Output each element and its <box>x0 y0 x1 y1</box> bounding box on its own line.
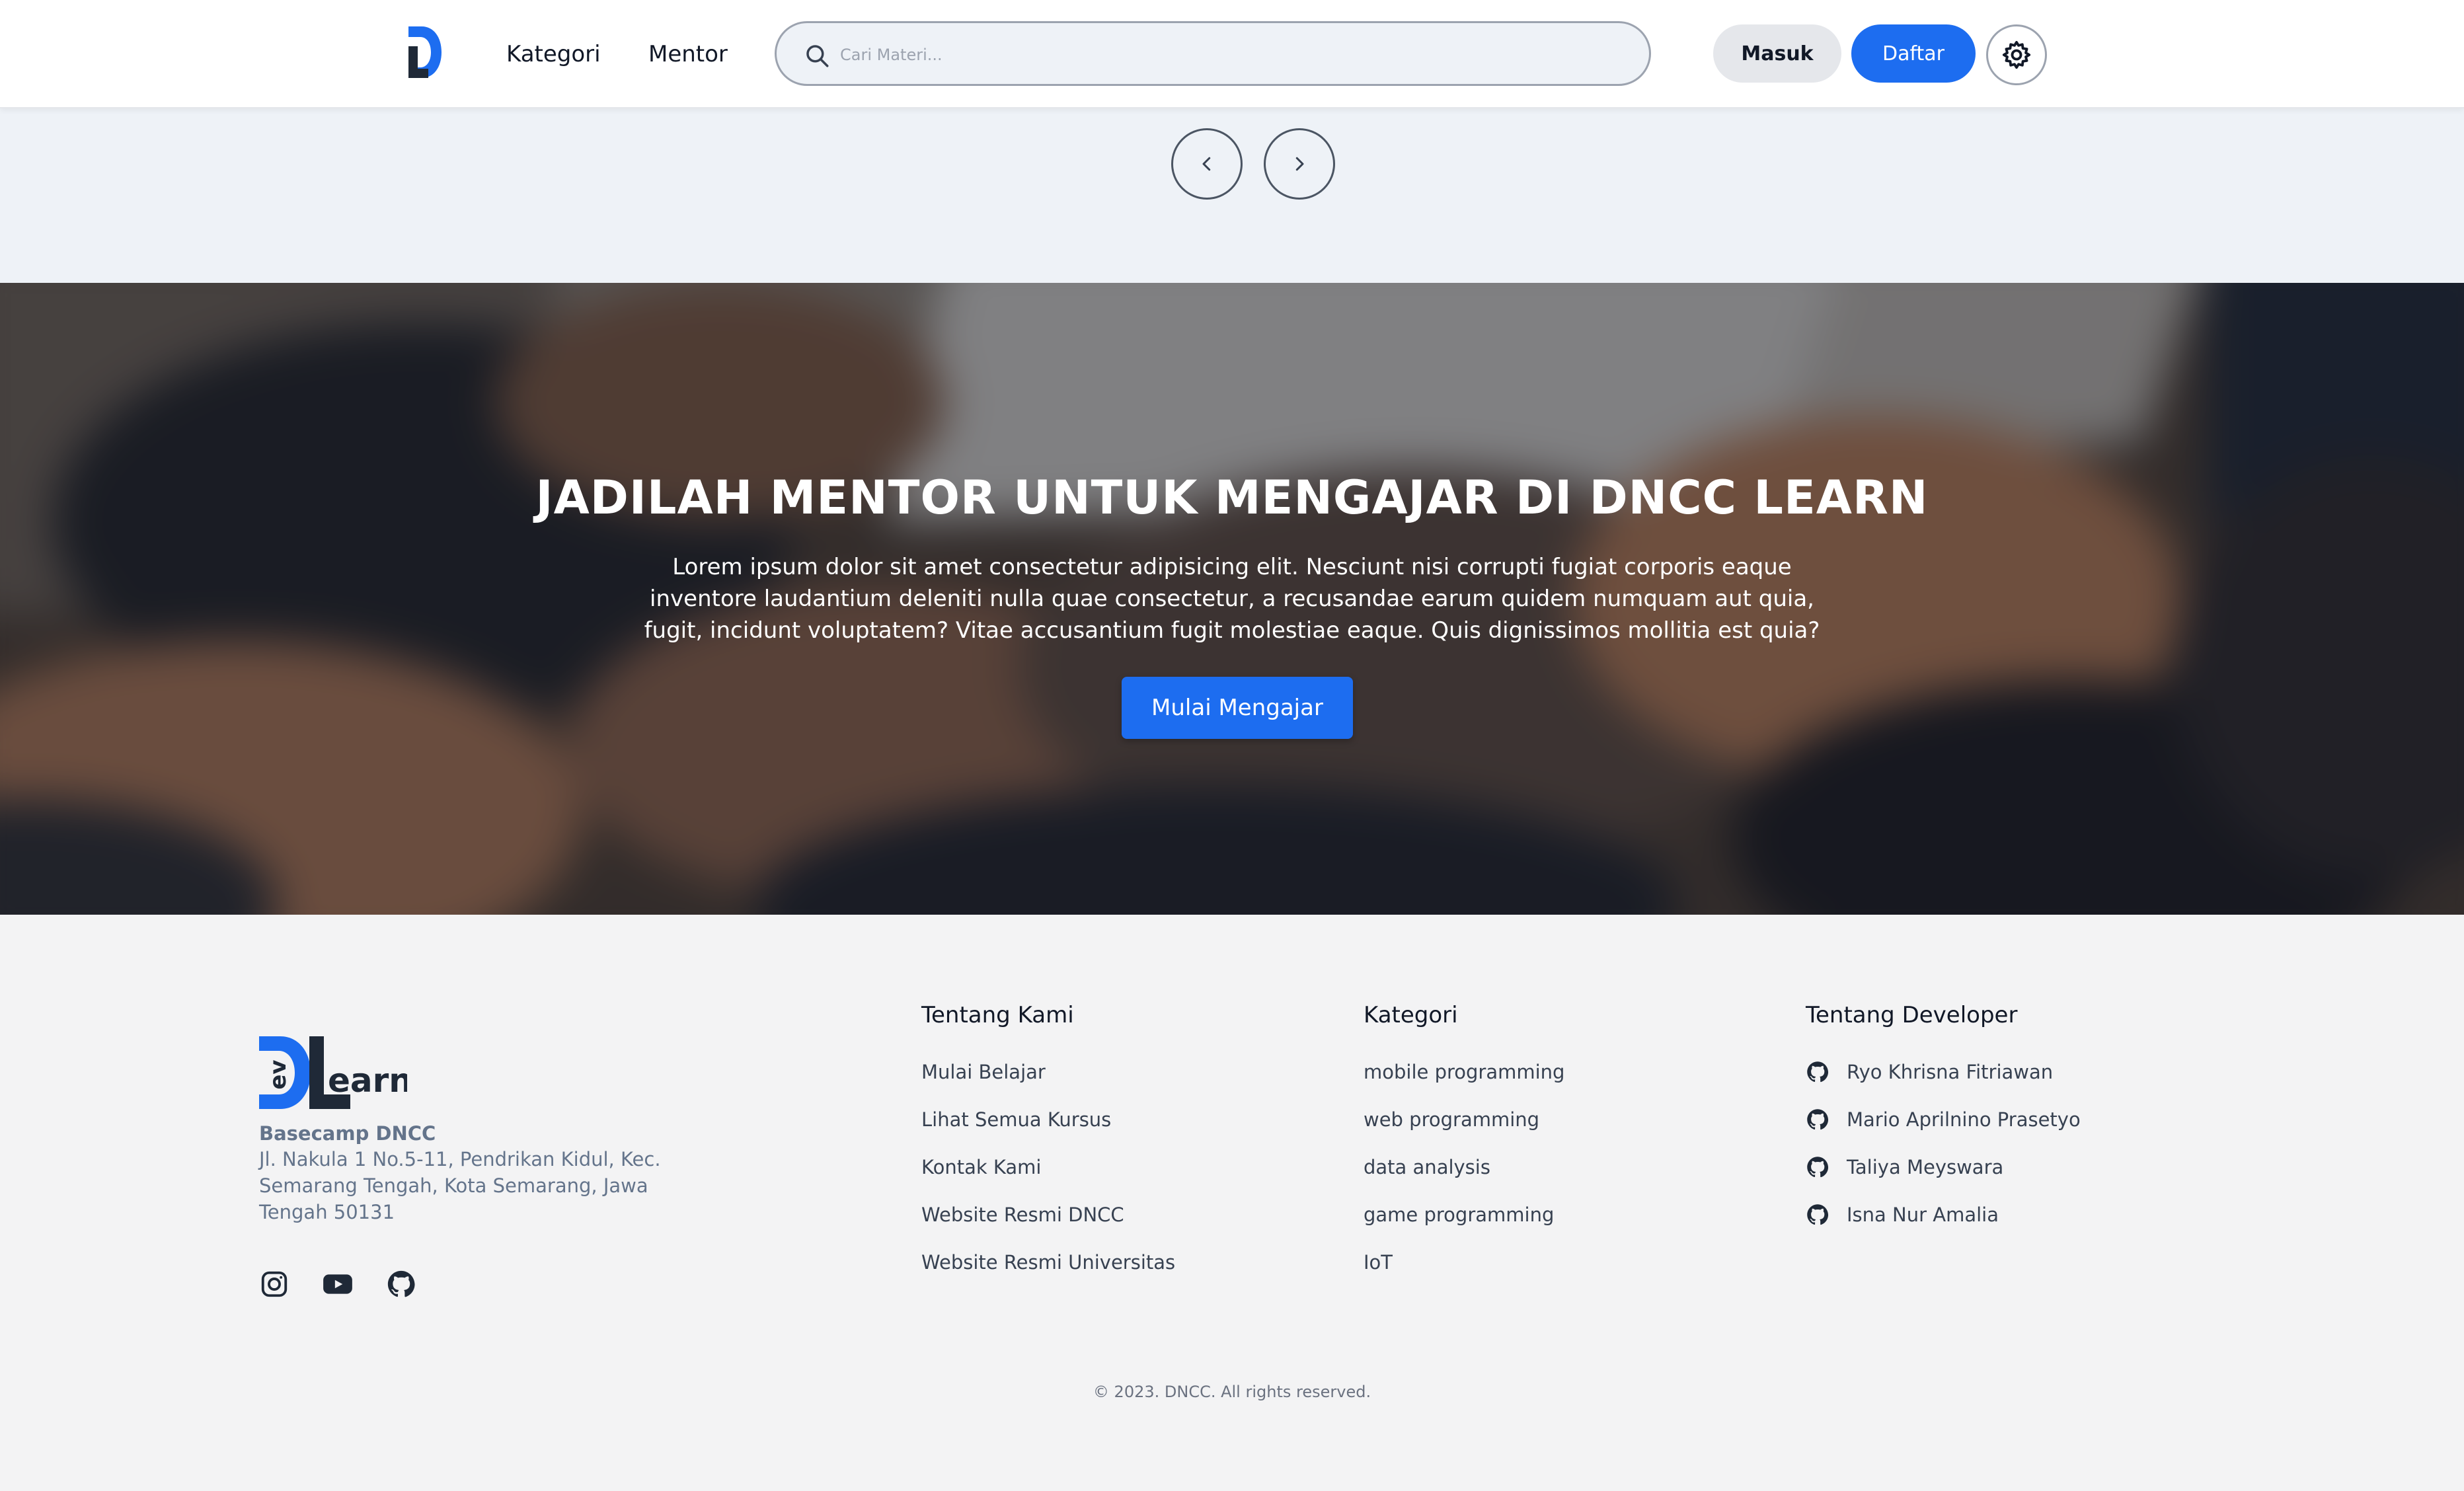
github-link[interactable] <box>385 1268 418 1301</box>
search-bar[interactable] <box>775 21 1651 86</box>
footer-column-tentang-kami: Tentang Kami Mulai Belajar Lihat Semua K… <box>921 999 1175 1286</box>
copyright-text: © 2023. DNCC. All rights reserved. <box>1093 1383 1371 1401</box>
register-button[interactable]: Daftar <box>1851 24 1976 83</box>
hero-description: Lorem ipsum dolor sit amet consectetur a… <box>644 554 1820 644</box>
footer-link[interactable]: Website Resmi DNCC <box>921 1191 1175 1239</box>
footer-column-title: Kategori <box>1364 1002 1458 1028</box>
developer-link[interactable]: Mario Aprilnino Prasetyo <box>1806 1096 2081 1143</box>
developer-link[interactable]: Taliya Meyswara <box>1806 1143 2081 1191</box>
youtube-link[interactable] <box>321 1268 354 1301</box>
developer-name: Ryo Khrisna Fitriawan <box>1847 1061 2054 1083</box>
start-teaching-button[interactable]: Mulai Mengajar <box>1122 677 1353 739</box>
footer-link[interactable]: IoT <box>1364 1239 1564 1286</box>
theme-toggle-button[interactable] <box>1986 24 2047 85</box>
github-icon <box>1807 1109 1829 1130</box>
footer-link[interactable]: web programming <box>1364 1096 1564 1143</box>
footer-link[interactable]: Website Resmi Universitas <box>921 1239 1175 1286</box>
developer-name: Mario Aprilnino Prasetyo <box>1847 1108 2081 1131</box>
mentor-cta-banner: JADILAH MENTOR UNTUK MENGAJAR DI DNCC LE… <box>0 283 2464 915</box>
footer-link[interactable]: Kontak Kami <box>921 1143 1175 1191</box>
footer-column-title: Tentang Kami <box>921 1002 1074 1028</box>
carousel-navigation <box>0 108 2464 283</box>
footer-organization-name: Basecamp DNCC <box>259 1122 436 1145</box>
developer-name: Isna Nur Amalia <box>1847 1204 1999 1226</box>
footer-column-tentang-developer: Tentang Developer Ryo Khrisna Fitriawan … <box>1806 999 2081 1239</box>
footer: ev earn Basecamp DNCC Jl. Nakula 1 No.5-… <box>0 915 2464 1491</box>
footer-column-title: Tentang Developer <box>1806 1002 2018 1028</box>
instagram-icon <box>261 1271 288 1297</box>
footer-link[interactable]: game programming <box>1364 1191 1564 1239</box>
developer-name: Taliya Meyswara <box>1847 1156 2004 1178</box>
nav-link-mentor[interactable]: Mentor <box>648 38 728 70</box>
gear-icon <box>2002 40 2031 69</box>
footer-address: Jl. Nakula 1 No.5-11, Pendrikan Kidul, K… <box>259 1148 661 1223</box>
dncc-logo-icon[interactable] <box>404 26 442 78</box>
youtube-icon <box>323 1274 352 1294</box>
footer-link[interactable]: Lihat Semua Kursus <box>921 1096 1175 1143</box>
hero-title: JADILAH MENTOR UNTUK MENGAJAR DI DNCC LE… <box>535 471 1929 525</box>
instagram-link[interactable] <box>258 1268 291 1301</box>
nav-link-kategori[interactable]: Kategori <box>506 38 601 70</box>
devlearn-logo[interactable]: ev earn <box>259 1036 407 1109</box>
chevron-right-icon <box>1295 157 1304 171</box>
github-icon <box>1807 1157 1829 1178</box>
navbar: Kategori Mentor Masuk Daftar <box>0 0 2464 108</box>
footer-link[interactable]: data analysis <box>1364 1143 1564 1191</box>
search-icon <box>806 45 829 67</box>
github-icon <box>1807 1061 1829 1083</box>
footer-link[interactable]: mobile programming <box>1364 1048 1564 1096</box>
developer-link[interactable]: Ryo Khrisna Fitriawan <box>1806 1048 2081 1096</box>
footer-column-kategori: Kategori mobile programming web programm… <box>1364 999 1564 1286</box>
developer-link[interactable]: Isna Nur Amalia <box>1806 1191 2081 1239</box>
search-input[interactable] <box>840 38 1620 72</box>
chevron-left-icon <box>1202 157 1211 171</box>
carousel-prev-button[interactable] <box>1171 128 1243 200</box>
svg-text:ev: ev <box>265 1059 291 1089</box>
github-icon <box>1807 1204 1829 1225</box>
footer-link[interactable]: Mulai Belajar <box>921 1048 1175 1096</box>
svg-text:earn: earn <box>328 1061 407 1100</box>
login-button[interactable]: Masuk <box>1713 24 1841 83</box>
github-icon <box>387 1270 415 1297</box>
carousel-next-button[interactable] <box>1264 128 1335 200</box>
